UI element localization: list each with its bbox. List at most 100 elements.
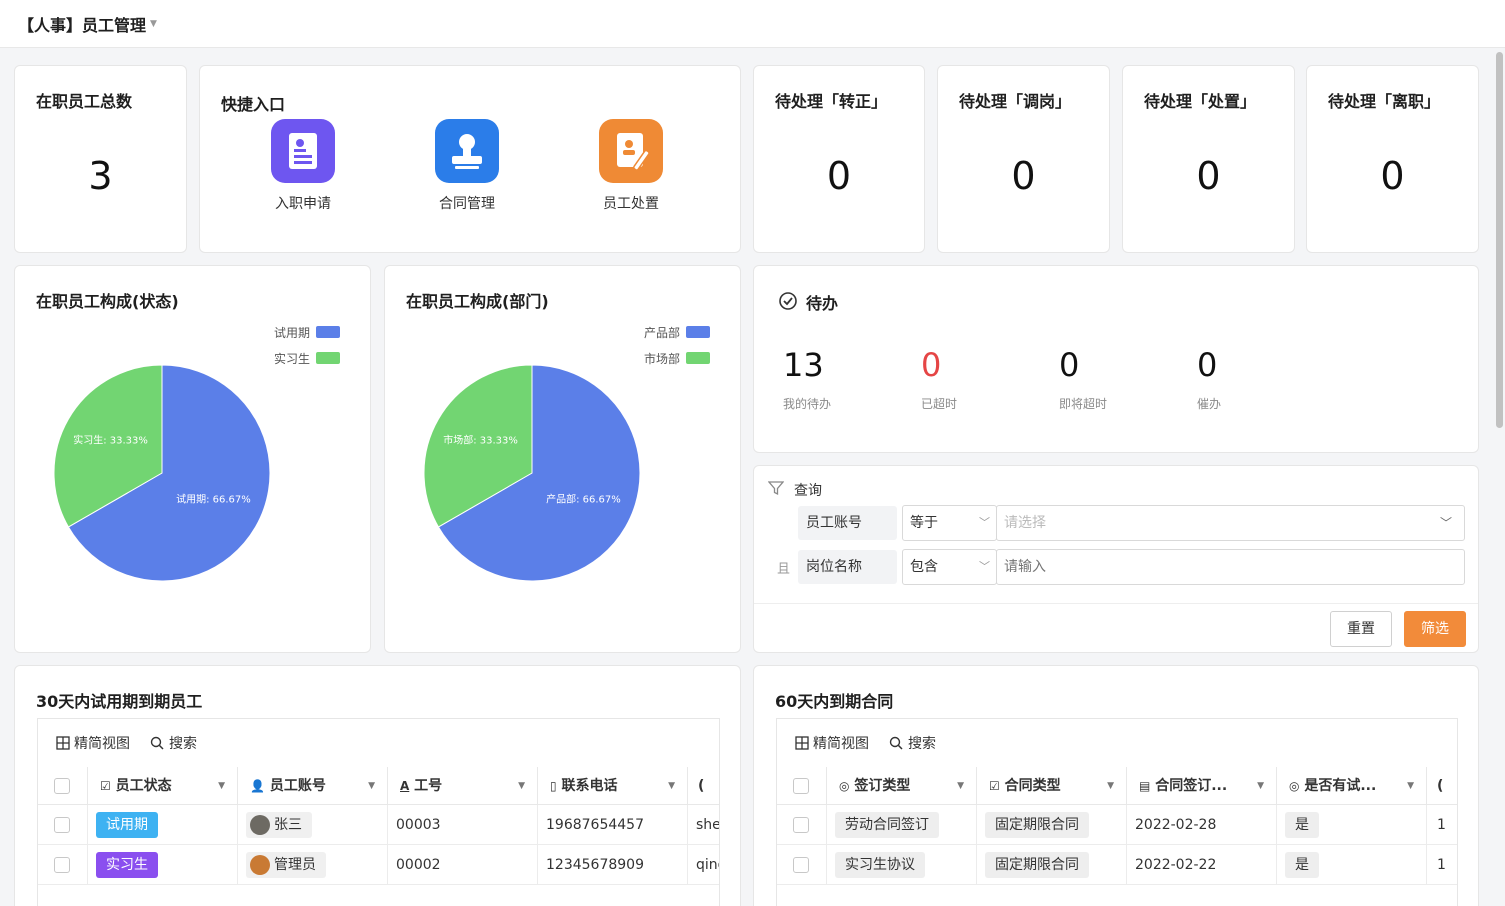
chevron-down-icon[interactable]: ▼: [150, 19, 157, 29]
pending-regularization-card[interactable]: 待处理「转正」 0: [753, 65, 925, 253]
onboarding-form-icon[interactable]: [271, 119, 335, 183]
top-bar: 【人事】员工管理 ▼: [0, 0, 1505, 48]
column-header-sign-date[interactable]: ▤ 合同签订... ▼: [1127, 767, 1277, 805]
employee-handling-icon[interactable]: [599, 119, 663, 183]
column-header-has-trial[interactable]: ◎ 是否有试... ▼: [1277, 767, 1427, 805]
grid-view-icon[interactable]: [795, 735, 809, 754]
chevron-down-icon: ﹀: [979, 560, 990, 573]
todo-soon-value[interactable]: 0: [1059, 346, 1079, 384]
caret-down-icon[interactable]: ▼: [1107, 767, 1114, 805]
simple-view-button[interactable]: 精简视图: [74, 733, 130, 753]
total-employees-card: 在职员工总数 3: [14, 65, 187, 253]
caret-down-icon[interactable]: ▼: [368, 767, 375, 805]
operator-select-position[interactable]: 包含 ﹀: [902, 549, 997, 585]
table-cell-sign-date: 2022-02-28: [1127, 805, 1277, 845]
row-checkbox[interactable]: [793, 857, 809, 873]
todo-urge-value[interactable]: 0: [1197, 346, 1217, 384]
todo-urge-label: 催办: [1197, 397, 1222, 411]
simple-view-button[interactable]: 精简视图: [813, 733, 869, 753]
total-employees-value: 3: [88, 154, 113, 198]
table-cell-phone: 12345678909: [538, 845, 688, 885]
column-header-number[interactable]: A 工号 ▼: [388, 767, 538, 805]
calendar-icon: ▤: [1139, 779, 1151, 793]
table-cell-account: 管理员: [238, 845, 388, 885]
todo-soon-label: 即将超时: [1059, 397, 1108, 411]
select-all-header: [38, 767, 88, 805]
filter-icon: [767, 480, 785, 500]
caret-down-icon[interactable]: ▼: [1407, 767, 1414, 805]
quick-entry-label[interactable]: 员工处置: [571, 193, 691, 213]
column-header-more[interactable]: (: [1427, 767, 1457, 805]
table-cell-contract-type: 固定期限合同: [977, 805, 1127, 845]
page-scrollbar[interactable]: [1496, 52, 1503, 428]
column-header-status[interactable]: ☑ 员工状态 ▼: [88, 767, 238, 805]
contracts-title: 60天内到期合同: [775, 692, 894, 711]
caret-down-icon[interactable]: ▼: [218, 767, 225, 805]
column-header-more[interactable]: (: [688, 767, 719, 805]
status-tag: 实习生: [96, 852, 158, 878]
pending-transfer-card[interactable]: 待处理「调岗」 0: [937, 65, 1110, 253]
table-cell-more: qing: [688, 845, 719, 885]
contract-stamp-icon[interactable]: [435, 119, 499, 183]
caret-down-icon[interactable]: ▼: [1257, 767, 1264, 805]
search-button[interactable]: 搜索: [169, 733, 197, 753]
pending-value: 0: [1380, 154, 1405, 198]
user-chip[interactable]: 张三: [246, 812, 312, 838]
chevron-down-icon: ﹀: [1439, 516, 1452, 530]
filter-button[interactable]: 筛选: [1404, 611, 1466, 647]
table-cell-number: 00003: [388, 805, 538, 845]
contracts-card: 60天内到期合同 精简视图 搜索 ◎ 签订类型 ▼ ☑ 合同类型 ▼ ▤ 合同签…: [753, 665, 1479, 906]
select-field-icon: ☑: [989, 779, 1000, 793]
app-title[interactable]: 【人事】员工管理: [18, 12, 146, 36]
table-cell-phone: 19687654457: [538, 805, 688, 845]
option-tag: 劳动合同签订: [835, 812, 939, 838]
user-chip[interactable]: 管理员: [246, 852, 326, 878]
table-row-checkbox-cell: [38, 805, 88, 845]
pending-handling-card[interactable]: 待处理「处置」 0: [1122, 65, 1295, 253]
column-header-sign-type[interactable]: ◎ 签订类型 ▼: [827, 767, 977, 805]
table-cell-more: she: [688, 805, 719, 845]
search-icon[interactable]: [150, 735, 164, 754]
text-field-icon: A: [400, 779, 410, 793]
field-label-position: 岗位名称: [798, 550, 897, 584]
conjunction-label: 且: [777, 562, 791, 577]
caret-down-icon[interactable]: ▼: [957, 767, 964, 805]
search-button[interactable]: 搜索: [908, 733, 936, 753]
department-pie-chart: 产品部: 66.67% 市场部: 33.33%: [423, 364, 641, 582]
row-checkbox[interactable]: [793, 817, 809, 833]
table-cell-sign-date: 2022-02-22: [1127, 845, 1277, 885]
table-row-checkbox-cell: [777, 845, 827, 885]
search-icon[interactable]: [889, 735, 903, 754]
table-cell-sign-type: 实习生协议: [827, 845, 977, 885]
caret-down-icon[interactable]: ▼: [668, 767, 675, 805]
row-checkbox[interactable]: [54, 857, 70, 873]
column-header-contract-type[interactable]: ☑ 合同类型 ▼: [977, 767, 1127, 805]
select-all-checkbox[interactable]: [54, 778, 70, 794]
position-input[interactable]: [996, 549, 1465, 585]
pending-resignation-card[interactable]: 待处理「离职」 0: [1306, 65, 1479, 253]
avatar: [250, 855, 270, 875]
user-icon: 👤: [250, 779, 265, 793]
quick-entry-label[interactable]: 合同管理: [407, 193, 527, 213]
column-header-phone[interactable]: ▯ 联系电话 ▼: [538, 767, 688, 805]
avatar: [250, 815, 270, 835]
table-cell-account: 张三: [238, 805, 388, 845]
select-all-checkbox[interactable]: [793, 778, 809, 794]
caret-down-icon[interactable]: ▼: [518, 767, 525, 805]
option-tag: 实习生协议: [835, 852, 925, 878]
reset-button[interactable]: 重置: [1330, 611, 1392, 647]
table-cell-more: 1: [1427, 845, 1457, 885]
todo-card: 待办 13 我的待办 0 已超时 0 即将超时 0 催办: [753, 265, 1479, 453]
account-select[interactable]: 请选择 ﹀: [996, 505, 1465, 541]
status-pie-chart: 试用期: 66.67% 实习生: 33.33%: [53, 364, 271, 582]
pie-slice-label: 实习生: 33.33%: [73, 433, 148, 446]
row-checkbox[interactable]: [54, 817, 70, 833]
todo-title: 待办: [806, 294, 839, 313]
operator-select-account[interactable]: 等于 ﹀: [902, 505, 997, 541]
column-header-account[interactable]: 👤 员工账号 ▼: [238, 767, 388, 805]
quick-entry-label[interactable]: 入职申请: [243, 193, 363, 213]
grid-view-icon[interactable]: [56, 735, 70, 754]
table-cell-has-trial: 是: [1277, 805, 1427, 845]
todo-overdue-value[interactable]: 0: [921, 346, 941, 384]
todo-my-value[interactable]: 13: [783, 346, 824, 384]
